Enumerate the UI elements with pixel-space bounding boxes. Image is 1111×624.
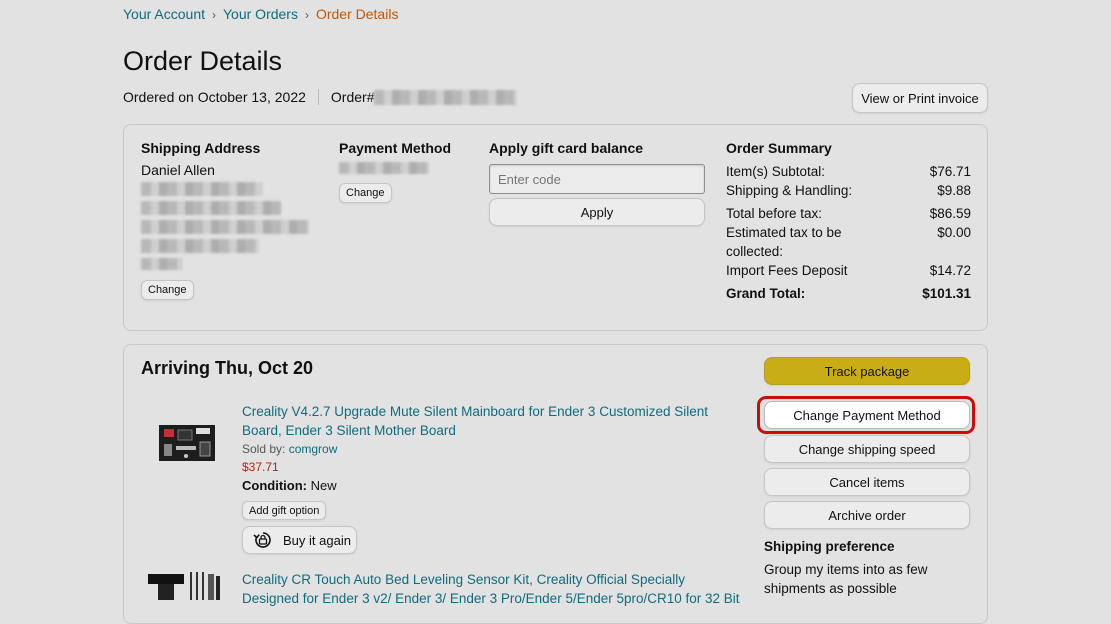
breadcrumb-your-orders[interactable]: Your Orders (223, 6, 298, 22)
buy-it-again-label: Buy it again (283, 532, 351, 548)
change-payment-method-button[interactable]: Change Payment Method (764, 401, 970, 429)
item-condition: Condition: New (242, 478, 337, 493)
gift-card-heading: Apply gift card balance (489, 140, 644, 156)
apply-gift-card-button[interactable]: Apply (489, 198, 705, 226)
gift-card-section: Apply gift card balance (489, 140, 643, 162)
sold-by: Sold by: comgrow (242, 442, 337, 456)
mainboard-product-image[interactable] (158, 422, 216, 464)
archive-order-button[interactable]: Archive order (764, 501, 970, 529)
breadcrumb-separator: › (304, 8, 309, 22)
payment-change-button[interactable]: Change (339, 183, 392, 203)
shipping-preference-heading: Shipping preference (764, 539, 895, 554)
order-number-redacted (374, 89, 518, 105)
shipping-address-redacted (141, 182, 321, 270)
cr-touch-image-icon (148, 572, 220, 600)
summary-value: $76.71 (929, 164, 971, 179)
breadcrumb-your-account[interactable]: Your Account (123, 6, 205, 22)
mainboard-image-icon (159, 425, 215, 461)
order-number-label: Order# (330, 89, 375, 105)
summary-label: Estimated tax to be collected: (726, 225, 842, 259)
payment-method-heading: Payment Method (339, 140, 452, 156)
shipping-name: Daniel Allen (141, 162, 215, 178)
grand-total-row: Grand Total: $101.31 (726, 284, 971, 303)
summary-row: Estimated tax to be collected: $0.00 (726, 223, 971, 261)
gift-card-code-input[interactable] (489, 164, 705, 194)
summary-value: $14.72 (929, 263, 971, 278)
ordered-on-date: Ordered on October 13, 2022 (123, 89, 306, 105)
shipping-change-button[interactable]: Change (141, 280, 194, 300)
breadcrumb-separator: › (212, 8, 216, 22)
summary-label: Import Fees Deposit (726, 263, 848, 278)
track-package-button[interactable]: Track package (764, 357, 970, 385)
grand-total-label: Grand Total: (726, 286, 806, 301)
payment-card-redacted (339, 162, 429, 174)
arrival-heading: Arriving Thu, Oct 20 (141, 358, 314, 378)
shipping-address-heading: Shipping Address (141, 140, 261, 156)
order-summary-heading: Order Summary (726, 140, 832, 156)
summary-label: Shipping & Handling: (726, 183, 853, 198)
shipping-preference-text: Group my items into as few shipments as … (764, 562, 928, 596)
item-price: $37.71 (242, 460, 279, 474)
cancel-items-button[interactable]: Cancel items (764, 468, 970, 496)
shipping-address-section: Shipping Address Daniel Allen Change (141, 140, 321, 300)
change-shipping-speed-button[interactable]: Change shipping speed (764, 435, 970, 463)
summary-value: $0.00 (937, 225, 971, 240)
summary-label: Item(s) Subtotal: (726, 164, 826, 179)
breadcrumb-current: Order Details (315, 6, 399, 22)
buy-again-icon (253, 532, 271, 548)
payment-method-section: Payment Method Change (339, 140, 479, 203)
summary-value: $86.59 (929, 206, 971, 221)
breadcrumb: Your Account › Your Orders › Order Details (123, 6, 398, 22)
condition-value: New (310, 478, 337, 493)
summary-value: $9.88 (937, 183, 971, 198)
item-title-link[interactable]: Creality CR Touch Auto Bed Leveling Sens… (242, 570, 742, 608)
order-meta: Ordered on October 13, 2022 Order# (123, 89, 518, 105)
item-title-link[interactable]: Creality V4.2.7 Upgrade Mute Silent Main… (242, 402, 742, 440)
summary-row: Import Fees Deposit $14.72 (726, 261, 971, 280)
grand-total-value: $101.31 (922, 286, 971, 301)
sold-by-label: Sold by: (242, 442, 286, 456)
order-summary: Order Summary Item(s) Subtotal: $76.71 Sh… (726, 140, 971, 303)
summary-label: Total before tax: (726, 206, 823, 221)
add-gift-option-button[interactable]: Add gift option (242, 501, 327, 520)
seller-link[interactable]: comgrow (289, 442, 338, 456)
view-print-invoice-button[interactable]: View or Print invoice (852, 83, 988, 113)
shipping-preference: Shipping preference Group my items into … (764, 539, 974, 598)
condition-label: Condition: (242, 478, 307, 493)
buy-it-again-button[interactable]: Buy it again (242, 526, 357, 554)
summary-row: Shipping & Handling: $9.88 (726, 181, 971, 200)
summary-row: Item(s) Subtotal: $76.71 (726, 162, 971, 181)
cr-touch-product-image[interactable] (146, 570, 222, 600)
meta-divider (317, 89, 319, 105)
page-title: Order Details (123, 46, 283, 76)
summary-row: Total before tax: $86.59 (726, 204, 971, 223)
